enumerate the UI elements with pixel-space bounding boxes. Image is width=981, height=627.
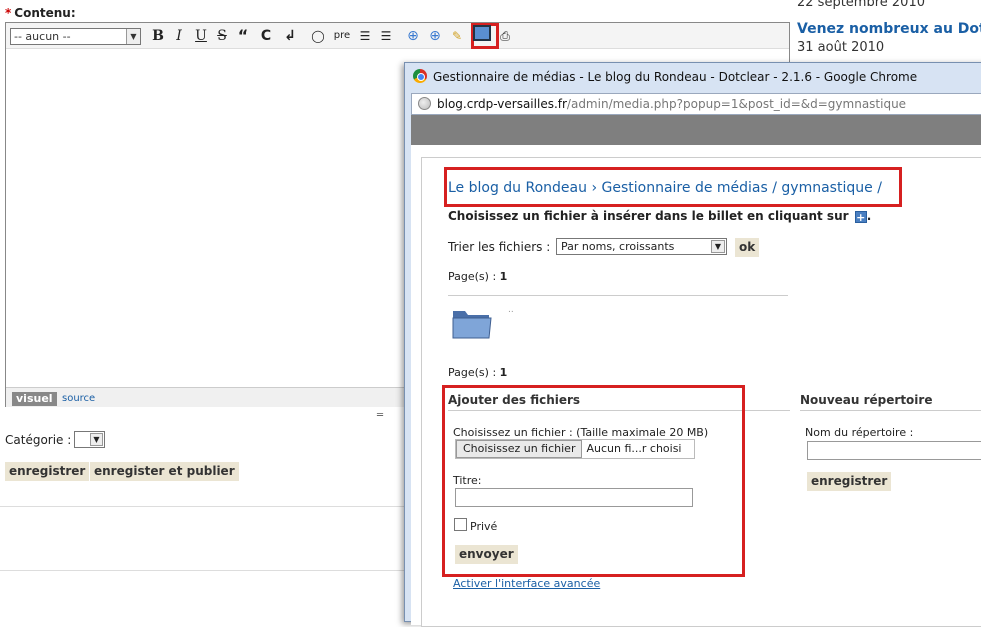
instruction-text: Choisissez un fichier à insérer dans le … xyxy=(448,209,871,223)
divider xyxy=(448,295,788,296)
sidebar-date: 22 septembre 2010 xyxy=(797,0,925,10)
quote-button[interactable]: “ xyxy=(234,27,252,45)
chevron-down-icon: ▼ xyxy=(126,29,140,44)
breadcrumb-highlight xyxy=(444,167,902,207)
pre-button[interactable]: pre xyxy=(331,27,353,45)
category-label: Catégorie : xyxy=(5,433,72,447)
new-directory-heading: Nouveau répertoire xyxy=(800,393,933,407)
pages-value: 1 xyxy=(499,270,508,283)
format-select-value: -- aucun -- xyxy=(14,30,71,43)
sort-select-value: Par noms, croissants xyxy=(561,240,675,253)
chrome-icon xyxy=(413,69,427,83)
save-publish-button[interactable]: enregister et publier xyxy=(90,462,239,481)
pagination: Page(s) : 1 xyxy=(448,366,507,379)
folder-icon[interactable] xyxy=(451,305,493,341)
editor-toolbar: -- aucun -- ▼ B I U S “ C ↲ ◯ pre ☰ ☰ ⊕ … xyxy=(6,23,789,49)
format-select[interactable]: -- aucun -- ▼ xyxy=(10,28,141,45)
pages-value: 1 xyxy=(499,366,508,379)
code-button[interactable]: C xyxy=(257,27,275,45)
content-label-text: Contenu: xyxy=(14,6,76,20)
divider xyxy=(800,410,981,411)
resize-grip[interactable]: ═ xyxy=(377,410,383,421)
bold-button[interactable]: B xyxy=(149,27,167,45)
page-header-band xyxy=(411,115,981,145)
image-icon[interactable] xyxy=(473,25,491,41)
required-mark: * xyxy=(5,6,12,20)
tab-visuel[interactable]: visuel xyxy=(12,392,57,406)
pages-label: Page(s) : xyxy=(448,366,497,379)
window-title: Gestionnaire de médias - Le blog du Rond… xyxy=(413,68,917,86)
save-button[interactable]: enregistrer xyxy=(5,462,90,481)
category-select[interactable]: ▼ xyxy=(74,431,105,448)
content-label: * Contenu: xyxy=(5,6,76,20)
pencil-icon[interactable]: ✎ xyxy=(448,27,466,45)
pagination: Page(s) : 1 xyxy=(448,270,507,283)
sort-select[interactable]: Par noms, croissants ▼ xyxy=(556,238,727,255)
divider xyxy=(0,506,405,507)
parent-folder-label[interactable]: .. xyxy=(508,305,514,315)
tab-source[interactable]: source xyxy=(62,392,95,406)
sidebar-date: 31 août 2010 xyxy=(797,40,885,55)
line-break-button[interactable]: ↲ xyxy=(281,27,299,45)
upload-highlight xyxy=(442,385,745,577)
directory-name-input[interactable] xyxy=(807,441,981,460)
pages-label: Page(s) : xyxy=(448,270,497,283)
ordered-list-icon[interactable]: ☰ xyxy=(377,27,395,45)
unordered-list-icon[interactable]: ☰ xyxy=(356,27,374,45)
url-domain: blog.crdp-versailles.fr xyxy=(437,97,567,111)
divider xyxy=(0,570,405,571)
instruction-label: Choisissez un fichier à insérer dans le … xyxy=(448,209,849,223)
advanced-interface-link[interactable]: Activer l'interface avancée xyxy=(453,577,600,590)
instruction-end: . xyxy=(866,209,872,223)
speech-bubble-icon[interactable]: ◯ xyxy=(309,27,327,45)
ok-button[interactable]: ok xyxy=(735,238,760,257)
url-path: /admin/media.php?popup=1&post_id=&d=gymn… xyxy=(566,97,907,111)
directory-name-label: Nom du répertoire : xyxy=(805,426,914,439)
link-icon[interactable]: ⊕ xyxy=(404,27,422,45)
underline-button[interactable]: U xyxy=(192,27,210,45)
address-bar[interactable]: blog.crdp-versailles.fr/admin/media.php?… xyxy=(411,93,981,115)
external-link-icon[interactable]: ⊕ xyxy=(426,27,444,45)
chevron-down-icon: ▼ xyxy=(711,240,725,253)
sidebar-post-link[interactable]: Venez nombreux au Dotc xyxy=(797,21,981,37)
directory-save-button[interactable]: enregistrer xyxy=(807,472,892,491)
sort-label: Trier les fichiers : xyxy=(448,240,551,254)
media-icon[interactable]: ⎙ xyxy=(496,27,514,45)
italic-button[interactable]: I xyxy=(170,27,188,45)
chevron-down-icon: ▼ xyxy=(90,433,103,446)
plus-icon: + xyxy=(854,211,867,224)
window-title-text: Gestionnaire de médias - Le blog du Rond… xyxy=(433,70,918,84)
globe-icon xyxy=(418,97,431,110)
strike-button[interactable]: S xyxy=(213,27,231,45)
